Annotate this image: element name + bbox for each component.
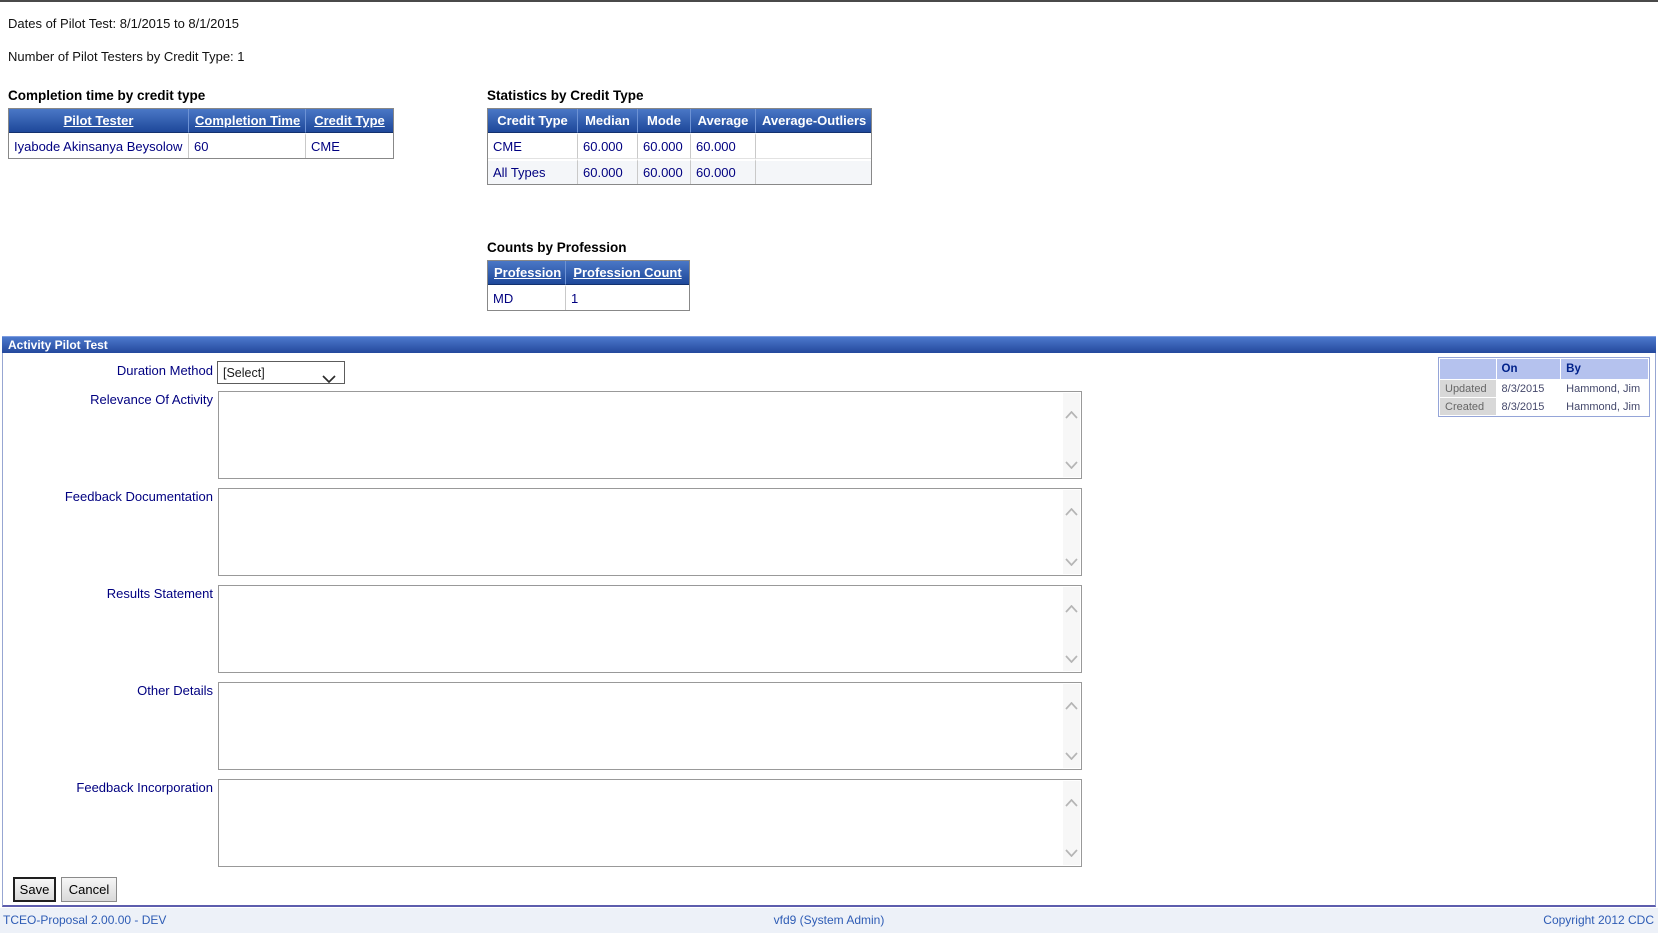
footer-user-info: vfd9 (System Admin) [773, 913, 885, 927]
scrollbar[interactable] [1063, 781, 1080, 865]
feedback-incorporation-textarea[interactable] [218, 779, 1082, 867]
table-row: Iyabode Akinsanya Beysolow 60 CME [9, 133, 393, 158]
activity-pilot-test-panel: Activity Pilot Test Duration Method [Sel… [2, 336, 1656, 907]
column-header-profession[interactable]: Profession [488, 261, 566, 285]
cell-mode: 60.000 [638, 159, 691, 184]
table-row: Updated 8/3/2015 Hammond, Jim [1440, 380, 1648, 397]
feedback-documentation-textarea[interactable] [218, 488, 1082, 576]
top-divider [0, 0, 1658, 2]
scrollbar[interactable] [1063, 393, 1080, 477]
relevance-of-activity-label: Relevance Of Activity [90, 392, 213, 407]
scroll-up-icon[interactable] [1065, 406, 1078, 419]
table-row: CME 60.000 60.000 60.000 [488, 133, 871, 159]
footer-copyright: Copyright 2012 CDC [1543, 913, 1654, 927]
counts-by-profession-table: Profession Profession Count MD 1 [487, 260, 690, 311]
pilot-testers-count-text: Number of Pilot Testers by Credit Type: … [8, 49, 245, 64]
column-header-mode: Mode [638, 109, 691, 133]
save-button[interactable]: Save [13, 877, 56, 902]
cell-mode: 60.000 [638, 133, 691, 159]
relevance-of-activity-textarea[interactable] [218, 391, 1082, 479]
audit-created-label: Created [1440, 398, 1496, 415]
cell-credit-type: CME [306, 133, 393, 158]
footer-bar: TCEO-Proposal 2.00.00 - DEV vfd9 (System… [0, 908, 1658, 933]
audit-header-on: On [1496, 359, 1561, 379]
completion-table-title: Completion time by credit type [8, 88, 206, 103]
scroll-down-icon[interactable] [1065, 553, 1078, 567]
profession-table-title: Counts by Profession [487, 240, 627, 255]
cell-median: 60.000 [578, 133, 638, 159]
scrollbar[interactable] [1063, 490, 1080, 574]
other-details-label: Other Details [137, 683, 213, 698]
scrollbar[interactable] [1063, 684, 1080, 768]
panel-title: Activity Pilot Test [8, 338, 108, 352]
audit-updated-by: Hammond, Jim [1561, 380, 1648, 397]
selected-value: [Select] [223, 366, 265, 380]
scroll-down-icon[interactable] [1065, 844, 1078, 858]
column-header-credit-type: Credit Type [488, 109, 578, 133]
pilot-test-dates-text: Dates of Pilot Test: 8/1/2015 to 8/1/201… [8, 16, 240, 31]
cell-average: 60.000 [691, 159, 756, 184]
feedback-documentation-label: Feedback Documentation [64, 489, 213, 504]
audit-updated-label: Updated [1440, 380, 1496, 397]
chevron-down-icon [322, 370, 336, 388]
column-header-completion-time[interactable]: Completion Time [189, 109, 306, 133]
column-header-pilot-tester[interactable]: Pilot Tester [9, 109, 189, 133]
audit-header-empty [1440, 359, 1496, 379]
cancel-button[interactable]: Cancel [61, 877, 117, 902]
cell-pilot-tester: Iyabode Akinsanya Beysolow [9, 133, 189, 158]
scroll-up-icon[interactable] [1065, 600, 1078, 613]
column-header-average-outliers: Average-Outliers [756, 109, 871, 133]
scrollbar[interactable] [1063, 587, 1080, 671]
duration-method-label: Duration Method [116, 363, 213, 378]
audit-header-by: By [1561, 359, 1648, 379]
cell-average-outliers [756, 159, 871, 184]
other-details-textarea[interactable] [218, 682, 1082, 770]
cell-credit-type: CME [488, 133, 578, 159]
cell-average-outliers [756, 133, 871, 159]
audit-updated-date: 8/3/2015 [1496, 380, 1561, 397]
cell-credit-type: All Types [488, 159, 578, 184]
duration-method-select[interactable]: [Select] [217, 361, 345, 384]
scroll-up-icon[interactable] [1065, 697, 1078, 710]
audit-created-date: 8/3/2015 [1496, 398, 1561, 415]
statistics-by-credit-type-table: Credit Type Median Mode Average Average-… [487, 108, 872, 185]
results-statement-textarea[interactable] [218, 585, 1082, 673]
page: Dates of Pilot Test: 8/1/2015 to 8/1/201… [0, 0, 1658, 933]
scroll-down-icon[interactable] [1065, 456, 1078, 470]
audit-history-table: On By Updated 8/3/2015 Hammond, Jim Crea… [1438, 357, 1650, 417]
cell-average: 60.000 [691, 133, 756, 159]
table-row: All Types 60.000 60.000 60.000 [488, 159, 871, 184]
cell-median: 60.000 [578, 159, 638, 184]
scroll-up-icon[interactable] [1065, 794, 1078, 807]
cell-profession-count: 1 [566, 285, 689, 310]
column-header-credit-type[interactable]: Credit Type [306, 109, 393, 133]
results-statement-label: Results Statement [106, 586, 213, 601]
table-row: Created 8/3/2015 Hammond, Jim [1440, 398, 1648, 415]
completion-time-table: Pilot Tester Completion Time Credit Type… [8, 108, 394, 159]
audit-created-by: Hammond, Jim [1561, 398, 1648, 415]
column-header-median: Median [578, 109, 638, 133]
table-row: MD 1 [488, 285, 689, 310]
cell-completion-time: 60 [189, 133, 306, 158]
scroll-down-icon[interactable] [1065, 650, 1078, 664]
column-header-profession-count[interactable]: Profession Count [566, 261, 689, 285]
feedback-incorporation-label: Feedback Incorporation [76, 780, 213, 795]
statistics-table-title: Statistics by Credit Type [487, 88, 644, 103]
scroll-down-icon[interactable] [1065, 747, 1078, 761]
cell-profession: MD [488, 285, 566, 310]
panel-title-bar: Activity Pilot Test [2, 336, 1656, 353]
scroll-up-icon[interactable] [1065, 503, 1078, 516]
column-header-average: Average [691, 109, 756, 133]
